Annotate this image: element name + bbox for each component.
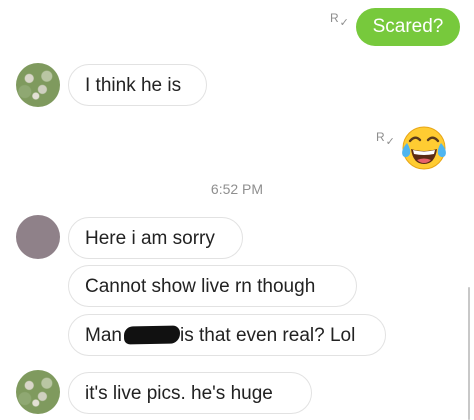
read-receipt-icon: R ✓	[376, 131, 395, 148]
incoming-message-bubble[interactable]: Man is that even real? Lol	[68, 314, 386, 356]
redaction-scribble	[123, 325, 181, 345]
message-text-start: Man	[85, 325, 122, 346]
read-receipt-icon: R ✓	[330, 12, 349, 29]
outgoing-message-bubble[interactable]: Scared?	[356, 8, 460, 46]
scrollbar[interactable]	[468, 287, 470, 420]
contact-avatar[interactable]	[16, 215, 60, 259]
incoming-message-bubble[interactable]: Cannot show live rn though	[68, 265, 357, 307]
incoming-message-bubble[interactable]: it's live pics. he's huge	[68, 372, 312, 414]
read-receipt-check: ✓	[339, 17, 349, 29]
chat-timestamp: 6:52 PM	[210, 181, 264, 197]
incoming-message-bubble[interactable]: Here i am sorry	[68, 217, 243, 259]
contact-avatar[interactable]	[16, 370, 60, 414]
incoming-message-bubble[interactable]: I think he is	[68, 64, 207, 106]
message-text-end: is that even real? Lol	[179, 325, 356, 346]
contact-avatar[interactable]	[16, 63, 60, 107]
read-receipt-check: ✓	[385, 136, 395, 148]
tears-of-joy-emoji-icon[interactable]	[400, 123, 448, 171]
read-receipt-letter: R	[330, 11, 339, 25]
read-receipt-letter: R	[376, 130, 385, 144]
